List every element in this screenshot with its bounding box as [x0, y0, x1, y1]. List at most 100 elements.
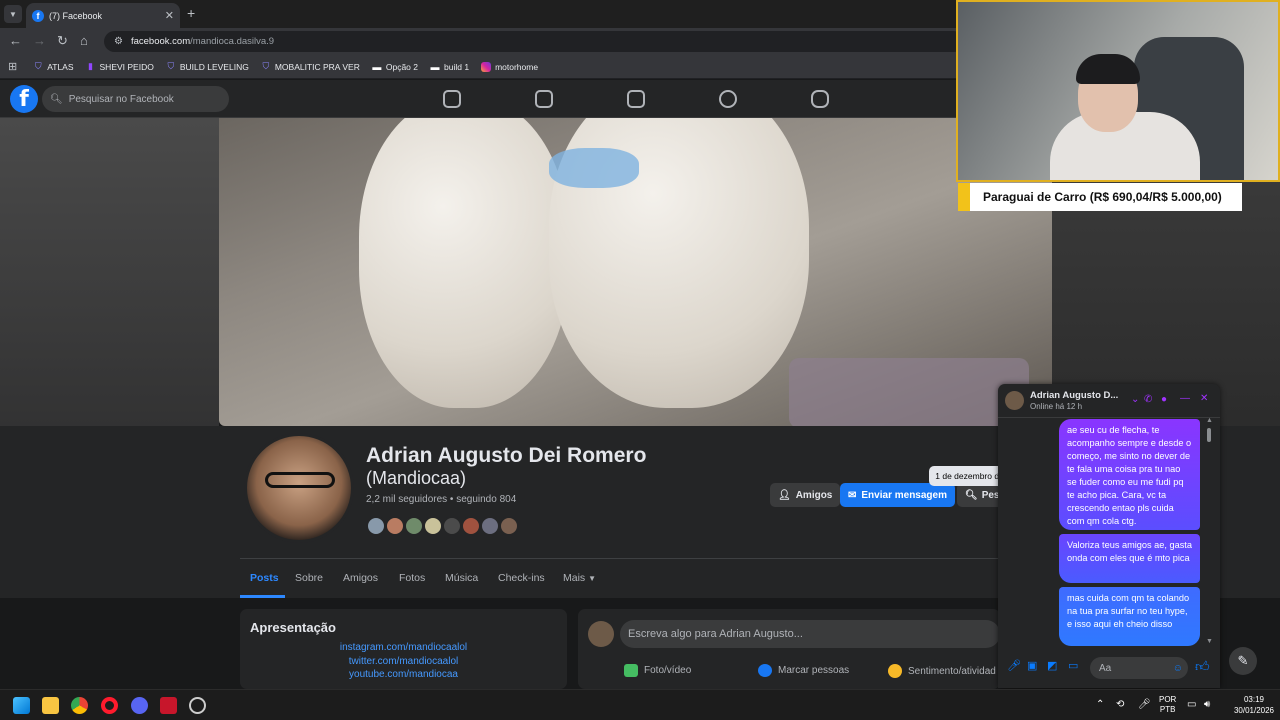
profile-followers[interactable]: 2,2 mil seguidores • seguindo 804: [366, 494, 516, 505]
tab-more[interactable]: Mais ▼: [563, 572, 596, 584]
tab-posts[interactable]: Posts: [250, 572, 279, 584]
groups-nav-icon[interactable]: [719, 90, 737, 108]
microphone-tray-icon[interactable]: 🎤︎: [1138, 699, 1151, 710]
scroll-up-icon[interactable]: ▲: [1206, 417, 1213, 424]
network-icon[interactable]: ▭: [1187, 699, 1196, 710]
chat-header[interactable]: Adrian Augusto D... Online há 12 h ⌄ ✆ ●…: [998, 384, 1220, 418]
friend-avatar[interactable]: [366, 516, 386, 536]
bookmark-atlas[interactable]: ⛉ ATLAS: [33, 61, 74, 72]
home-nav-icon[interactable]: [443, 90, 461, 108]
friends-button[interactable]: 👤︎ Amigos: [770, 483, 841, 507]
facebook-logo-icon[interactable]: f: [10, 85, 38, 113]
gaming-nav-icon[interactable]: [811, 90, 829, 108]
facebook-favicon-icon: f: [32, 9, 44, 22]
sticker-icon[interactable]: ◩: [1047, 659, 1057, 672]
video-nav-icon[interactable]: [535, 90, 553, 108]
tab-about[interactable]: Sobre: [295, 572, 323, 584]
dog-bandana: [549, 148, 639, 188]
bookmark-motorhome[interactable]: motorhome: [481, 61, 539, 72]
image-icon[interactable]: ▣: [1027, 659, 1037, 672]
back-icon[interactable]: ←: [9, 33, 22, 48]
keyboard-layout: PTB: [1159, 705, 1176, 714]
tab-friends[interactable]: Amigos: [343, 572, 378, 584]
steam-icon[interactable]: [189, 697, 206, 714]
cover-photo[interactable]: [219, 118, 1052, 426]
sync-icon[interactable]: ⟲: [1116, 699, 1124, 710]
discord-icon[interactable]: [131, 697, 148, 714]
minimize-icon[interactable]: —: [1180, 393, 1190, 404]
opera-icon[interactable]: [101, 697, 118, 714]
browser-tab[interactable]: f (7) Facebook ✕: [26, 3, 180, 28]
friend-avatar[interactable]: [442, 516, 462, 536]
bookmark-label: SHEVI PEIDO: [99, 61, 154, 72]
gif-icon[interactable]: ▭: [1068, 659, 1078, 672]
send-message-label: Enviar mensagem: [861, 489, 947, 501]
tag-people-button[interactable]: Marcar pessoas: [758, 664, 849, 677]
new-tab-button[interactable]: +: [187, 5, 195, 21]
chat-message-bubble[interactable]: ae seu cu de flecha, te acompanho sempre…: [1059, 419, 1200, 530]
chat-avatar[interactable]: [1005, 391, 1024, 410]
friend-avatar[interactable]: [423, 516, 443, 536]
webcam-overlay: [956, 0, 1280, 182]
app-icon[interactable]: [160, 697, 177, 714]
scroll-down-icon[interactable]: ▼: [1206, 638, 1213, 645]
chat-contact-name[interactable]: Adrian Augusto D...: [1030, 390, 1118, 401]
profile-avatar[interactable]: [244, 433, 354, 543]
chrome-icon[interactable]: [71, 697, 88, 714]
friend-avatar[interactable]: [385, 516, 405, 536]
feeling-button[interactable]: Sentimento/atividad: [888, 664, 1000, 678]
bookmark-label: motorhome: [495, 61, 539, 72]
file-explorer-icon[interactable]: [42, 697, 59, 714]
windows-taskbar: ⌃ ⟲ 🎤︎ POR PTB ▭ 🔊︎ 03:19 30/01/2026: [0, 689, 1280, 720]
friend-avatar[interactable]: [499, 516, 519, 536]
site-info-icon[interactable]: ⚙: [114, 36, 123, 47]
send-message-button[interactable]: ✉ Enviar mensagem: [840, 483, 955, 507]
bookmark-mobalitic[interactable]: ⛉ MOBALITIC PRA VER: [261, 61, 359, 72]
close-tab-icon[interactable]: ✕: [165, 9, 174, 22]
reload-icon[interactable]: ↻: [57, 33, 68, 49]
microphone-icon[interactable]: 🎤︎: [1007, 659, 1021, 672]
tab-photos[interactable]: Fotos: [399, 572, 425, 584]
forward-icon[interactable]: →: [33, 33, 46, 48]
home-icon[interactable]: ⌂: [80, 33, 88, 48]
close-chat-icon[interactable]: ✕: [1200, 393, 1208, 404]
chat-message-input[interactable]: Aa ☺: [1090, 657, 1188, 679]
phone-icon[interactable]: ✆: [1144, 394, 1152, 405]
friend-avatar[interactable]: [480, 516, 500, 536]
photo-video-button[interactable]: Foto/vídeo: [624, 664, 691, 677]
chat-message-bubble[interactable]: Valoriza teus amigos ae, gasta onda com …: [1059, 534, 1200, 583]
bookmark-shevi[interactable]: ▮ SHEVI PEIDO: [86, 61, 154, 72]
clock[interactable]: 03:19 30/01/2026: [1234, 694, 1274, 716]
facebook-search-input[interactable]: 🔍︎ Pesquisar no Facebook: [42, 86, 229, 112]
instagram-link[interactable]: instagram.com/mandiocaalol: [240, 641, 567, 655]
bookmark-build-leveling[interactable]: ⛉ BUILD LEVELING: [166, 61, 248, 72]
youtube-link[interactable]: youtube.com/mandiocaa: [240, 668, 567, 682]
url-path: /mandioca.dasilva.9: [190, 36, 275, 47]
twitter-link[interactable]: twitter.com/mandiocaalol: [240, 655, 567, 669]
language-indicator[interactable]: POR PTB: [1159, 695, 1176, 715]
tray-overflow-icon[interactable]: ⌃: [1096, 699, 1104, 710]
volume-icon[interactable]: 🔊︎: [1204, 699, 1210, 710]
apps-grid-icon[interactable]: ⊞: [8, 60, 17, 73]
friend-avatar[interactable]: [461, 516, 481, 536]
chat-scrollbar-thumb[interactable]: [1207, 428, 1211, 442]
chat-dropdown-icon[interactable]: ⌄: [1131, 394, 1139, 405]
address-bar[interactable]: ⚙ facebook.com/mandioca.dasilva.9: [104, 31, 964, 52]
marketplace-nav-icon[interactable]: [627, 90, 645, 108]
bookmark-label: build 1: [444, 61, 470, 72]
tab-checkins[interactable]: Check-ins: [498, 572, 545, 584]
bookmark-build-1[interactable]: ▬ build 1: [430, 61, 470, 72]
chat-message-bubble[interactable]: mas cuida com qm ta colando na tua pra s…: [1059, 587, 1200, 646]
emoji-icon[interactable]: ☺: [1173, 663, 1183, 674]
like-icon[interactable]: 👍︎: [1195, 658, 1210, 675]
friend-avatar[interactable]: [404, 516, 424, 536]
composer-input[interactable]: Escreva algo para Adrian Augusto...: [620, 620, 1000, 648]
bookmark-opcao-2[interactable]: ▬ Opção 2: [372, 62, 418, 72]
tab-search-button[interactable]: ▼: [4, 5, 22, 23]
new-message-button[interactable]: ✎: [1229, 647, 1257, 675]
search-profile-button[interactable]: 🔍︎Pesq: [957, 483, 1000, 507]
video-call-icon[interactable]: ●: [1161, 394, 1167, 405]
tab-music[interactable]: Música: [445, 572, 478, 584]
instagram-icon: [481, 61, 492, 72]
windows-start-icon[interactable]: [13, 697, 30, 714]
